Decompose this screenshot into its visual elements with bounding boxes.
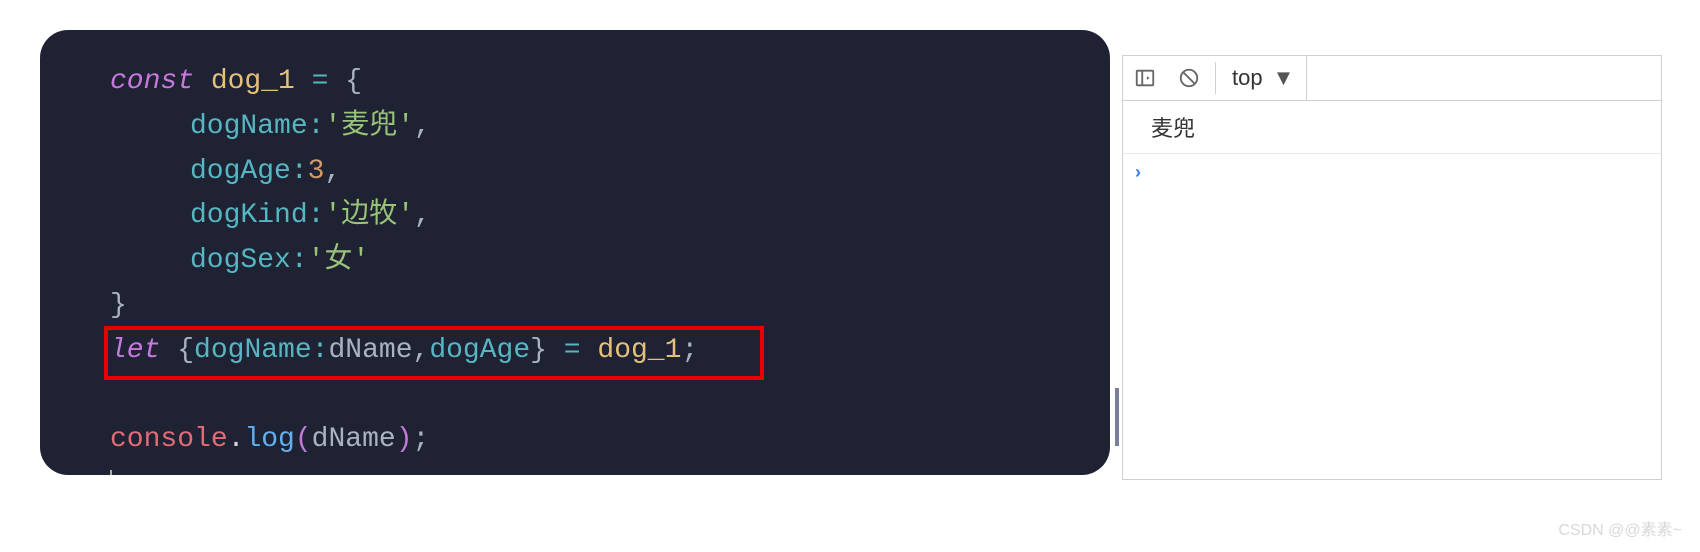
watermark-text: CSDN @@素素~ bbox=[1558, 516, 1682, 540]
console-obj: console bbox=[110, 424, 228, 455]
context-selector[interactable]: top ▼ bbox=[1220, 56, 1307, 100]
prop-dogSex: dogSex bbox=[190, 245, 291, 276]
cursor-line bbox=[110, 463, 1110, 475]
chevron-down-icon: ▼ bbox=[1273, 65, 1295, 91]
code-line-1: const dog_1 = { bbox=[110, 60, 1110, 105]
keyword-const: const bbox=[110, 66, 194, 97]
code-line-2: dogName:'麦兜', bbox=[110, 105, 1110, 150]
code-line-3: dogAge:3, bbox=[110, 150, 1110, 195]
prompt-chevron-icon: › bbox=[1135, 162, 1141, 182]
toolbar-divider bbox=[1215, 62, 1216, 94]
devtools-toolbar: top ▼ bbox=[1123, 56, 1661, 101]
prop-dogAge: dogAge bbox=[190, 156, 291, 187]
prop-dogKind: dogKind bbox=[190, 200, 308, 231]
toggle-sidebar-icon[interactable] bbox=[1123, 56, 1167, 100]
var-dog1: dog_1 bbox=[211, 66, 295, 97]
code-line-8-blank bbox=[110, 374, 1110, 419]
console-output-line: 麦兜 bbox=[1123, 101, 1661, 154]
code-line-6: } bbox=[110, 284, 1110, 329]
console-output-text: 麦兜 bbox=[1151, 116, 1195, 141]
resize-handle[interactable] bbox=[1115, 388, 1119, 446]
code-editor[interactable]: const dog_1 = { dogName:'麦兜', dogAge:3, … bbox=[40, 30, 1110, 475]
code-line-9-log: console.log(dName); bbox=[110, 418, 1110, 463]
clear-console-icon[interactable] bbox=[1167, 56, 1211, 100]
prop-dogName: dogName bbox=[190, 111, 308, 142]
highlight-box bbox=[104, 326, 764, 380]
code-line-4: dogKind:'边牧', bbox=[110, 194, 1110, 239]
log-method: log bbox=[244, 424, 294, 455]
context-label: top bbox=[1232, 65, 1263, 91]
devtools-console: top ▼ 麦兜 › bbox=[1122, 55, 1662, 480]
console-input-prompt[interactable]: › bbox=[1123, 154, 1661, 191]
text-cursor bbox=[110, 470, 112, 475]
code-line-5: dogSex:'女' bbox=[110, 239, 1110, 284]
